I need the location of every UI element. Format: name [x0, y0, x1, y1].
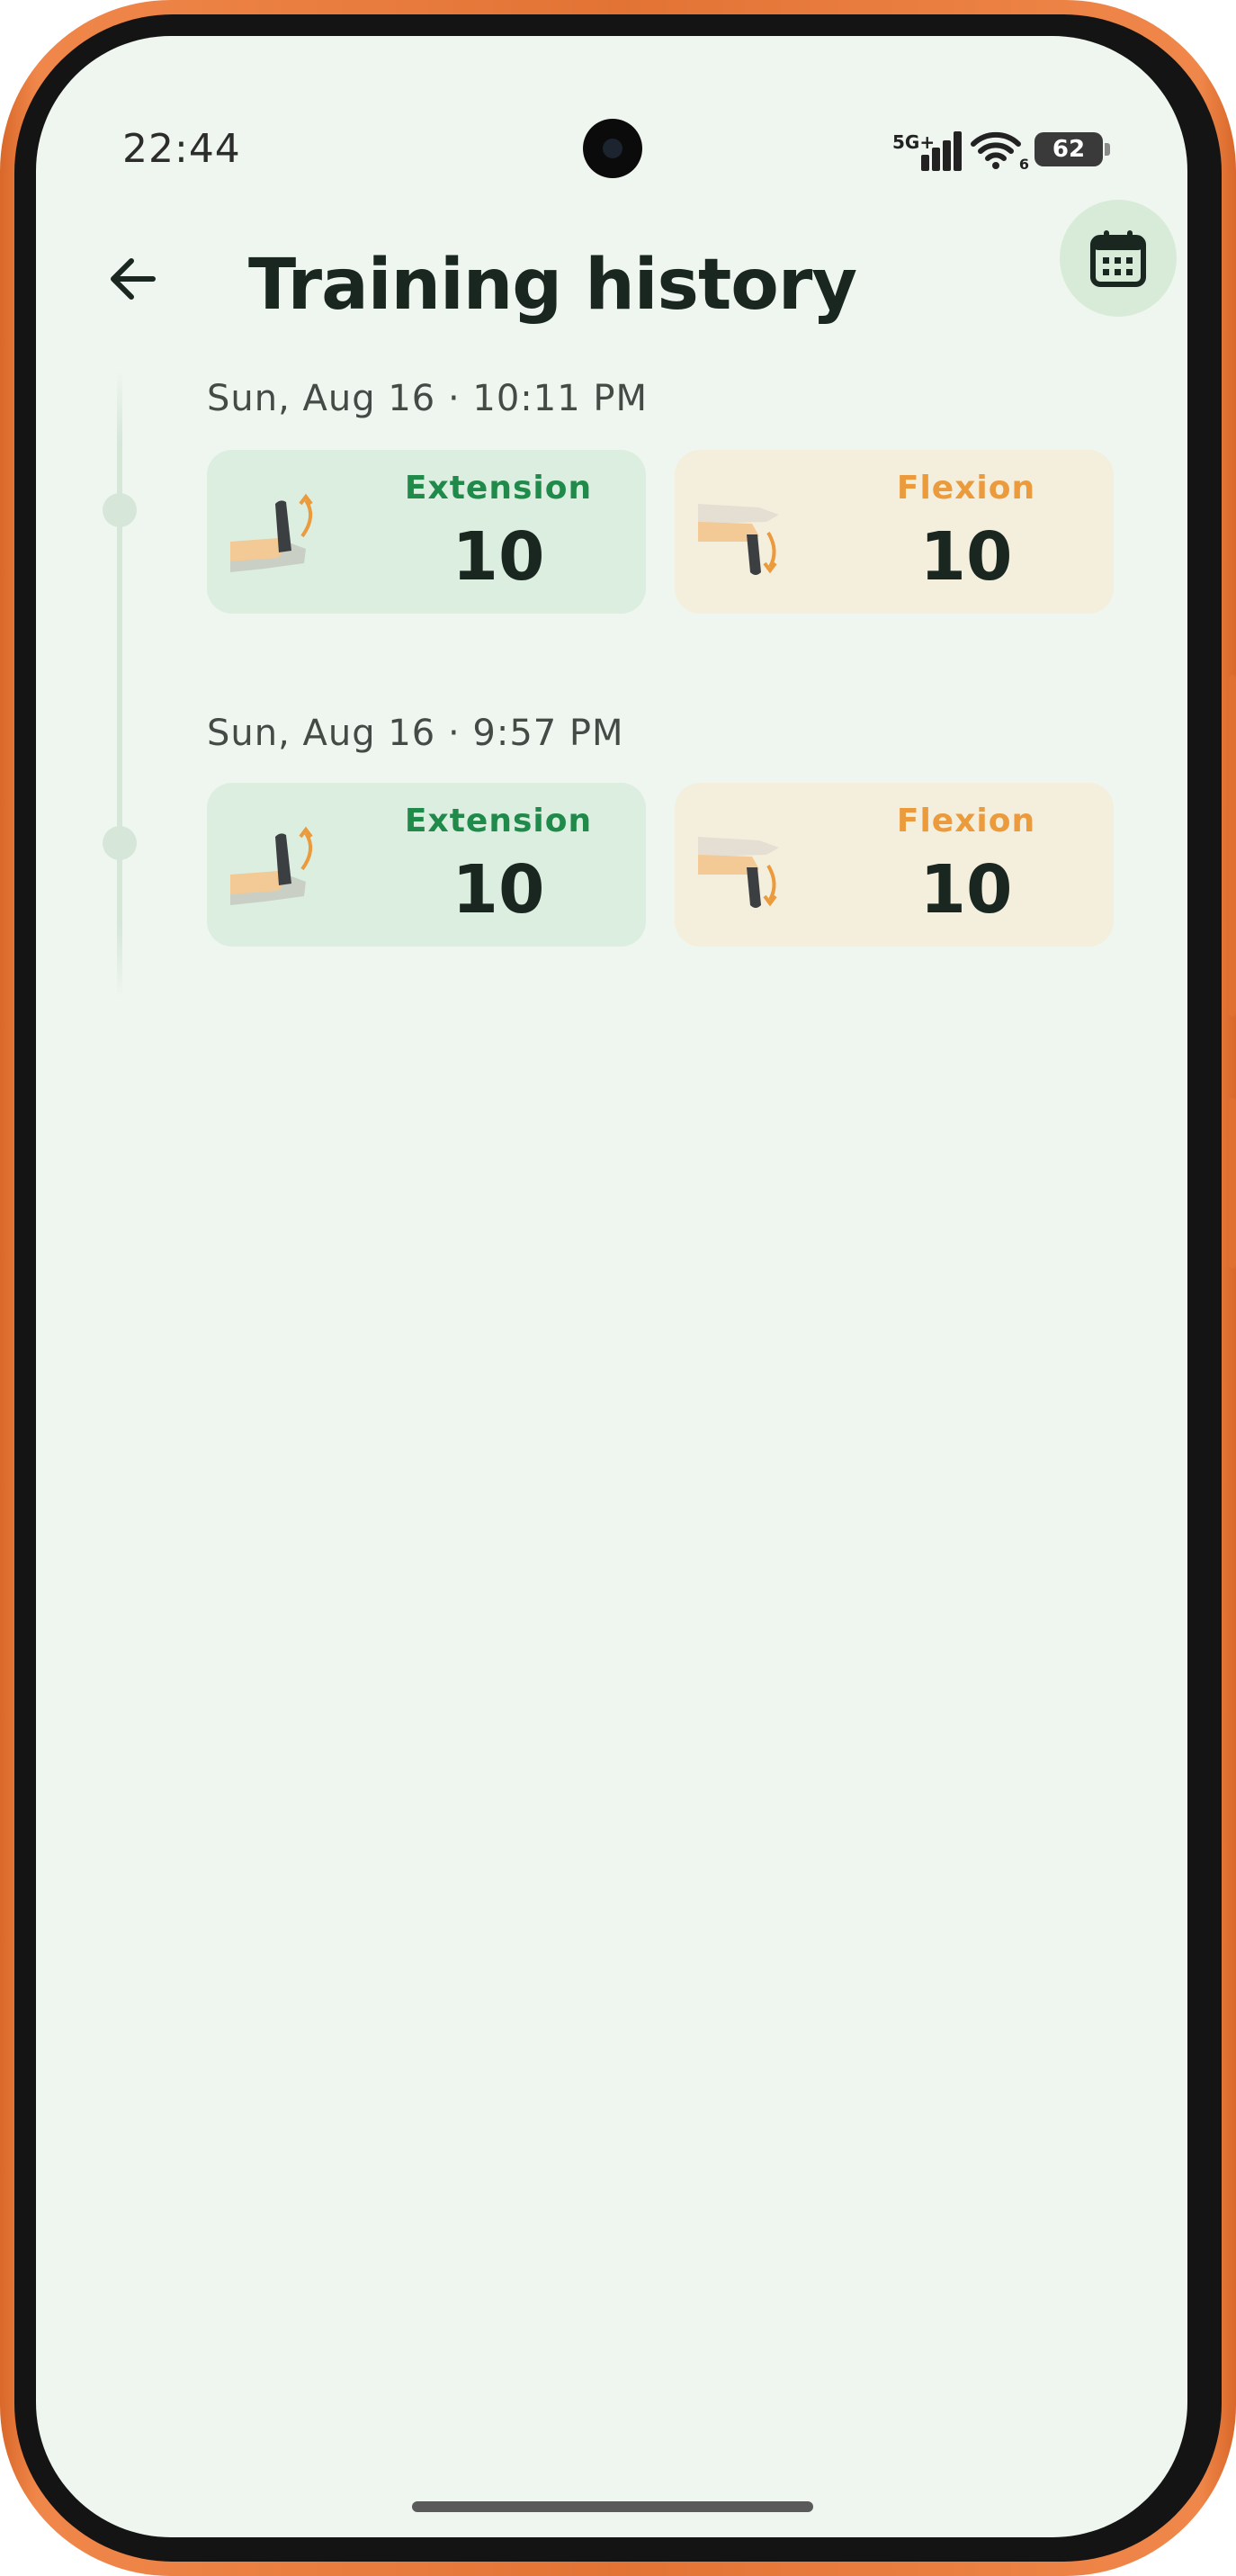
flexion-count: 10 [919, 518, 1013, 596]
signal-icon: 5G+ [892, 128, 962, 171]
wrist-extension-icon [230, 826, 313, 905]
flexion-label: Flexion [896, 470, 1036, 507]
calendar-button[interactable] [1060, 200, 1177, 317]
wrist-extension-icon [230, 493, 313, 572]
wrist-flexion-icon [698, 837, 779, 908]
network-type: 5G+ [892, 131, 936, 153]
status-time: 22:44 [122, 126, 241, 172]
home-indicator[interactable] [412, 2501, 813, 2512]
front-camera [583, 119, 642, 178]
extension-count: 10 [452, 851, 545, 929]
flexion-count: 10 [919, 851, 1013, 929]
timeline-line [117, 369, 122, 999]
calendar-icon [1090, 230, 1146, 287]
arrow-left-icon [111, 258, 156, 300]
battery-icon: 62 [1034, 132, 1110, 166]
screen: 22:44 5G+ 6 62 Training history Sun, Aug… [36, 36, 1187, 2537]
flexion-card[interactable]: Flexion 10 [675, 450, 1114, 614]
wifi-band: 6 [1018, 156, 1029, 173]
back-button[interactable] [90, 236, 176, 322]
phone-frame: 22:44 5G+ 6 62 Training history Sun, Aug… [0, 0, 1236, 2576]
extension-label: Extension [404, 803, 593, 839]
status-icons: 5G+ 6 62 [892, 122, 1110, 176]
timeline-dot [103, 493, 137, 527]
battery-level: 62 [1052, 136, 1086, 163]
extension-count: 10 [452, 518, 545, 596]
timeline-dot [103, 826, 137, 860]
volume-button [1229, 675, 1236, 1017]
extension-card[interactable]: Extension 10 [207, 783, 646, 947]
extension-card[interactable]: Extension 10 [207, 450, 646, 614]
flexion-card[interactable]: Flexion 10 [675, 783, 1114, 947]
session-date: Sun, Aug 16 · 10:11 PM [207, 378, 649, 419]
wrist-flexion-icon [698, 504, 779, 575]
extension-label: Extension [404, 470, 593, 507]
power-button [1229, 1098, 1236, 1269]
flexion-label: Flexion [896, 803, 1036, 839]
wifi-icon: 6 [970, 128, 1029, 173]
page-title: Training history [248, 245, 857, 326]
session-date: Sun, Aug 16 · 9:57 PM [207, 713, 624, 754]
